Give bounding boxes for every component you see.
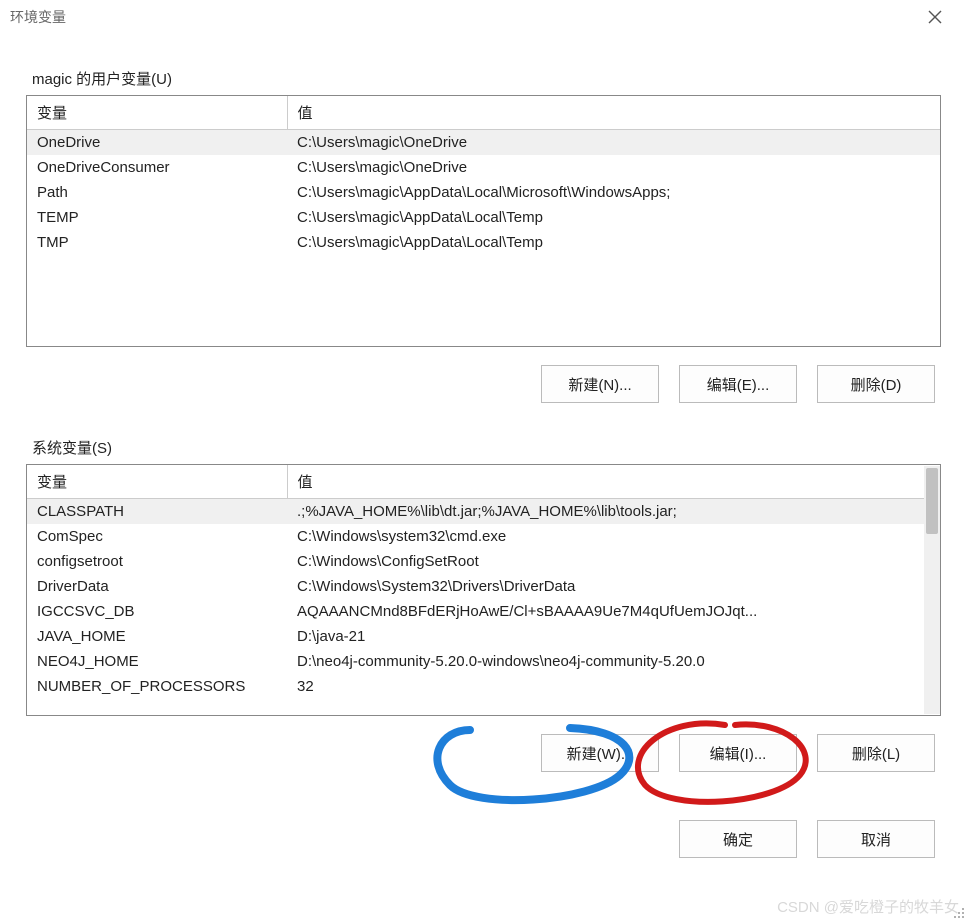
user-header-var[interactable]: 变量 [27,96,287,130]
dialog-buttons: 确定 取消 [26,820,935,858]
system-cell-var: configsetroot [27,549,287,574]
user-cell-val: C:\Users\magic\OneDrive [287,155,940,180]
system-cell-var: NEO4J_HOME [27,649,287,674]
user-cell-var: TMP [27,230,287,255]
user-row[interactable]: PathC:\Users\magic\AppData\Local\Microso… [27,180,940,205]
resize-grip-icon[interactable] [951,905,965,919]
user-cell-val: C:\Users\magic\AppData\Local\Temp [287,230,940,255]
system-row[interactable]: configsetrootC:\Windows\ConfigSetRoot [27,549,924,574]
system-cell-val: 32 [287,674,924,699]
system-row[interactable]: IGCCSVC_DBAQAAANCMnd8BFdERjHoAwE/Cl+sBAA… [27,599,924,624]
system-row[interactable]: CLASSPATH.;%JAVA_HOME%\lib\dt.jar;%JAVA_… [27,499,924,525]
system-edit-button[interactable]: 编辑(I)... [679,734,797,772]
system-cell-var: IGCCSVC_DB [27,599,287,624]
user-cell-val: C:\Users\magic\AppData\Local\Microsoft\W… [287,180,940,205]
system-cell-val: .;%JAVA_HOME%\lib\dt.jar;%JAVA_HOME%\lib… [287,499,924,525]
user-row[interactable]: OneDriveConsumerC:\Users\magic\OneDrive [27,155,940,180]
ok-button[interactable]: 确定 [679,820,797,858]
titlebar: 环境变量 [0,0,967,34]
user-cell-val: C:\Users\magic\AppData\Local\Temp [287,205,940,230]
user-cell-var: OneDrive [27,130,287,156]
system-row[interactable]: DriverDataC:\Windows\System32\Drivers\Dr… [27,574,924,599]
user-header-val[interactable]: 值 [287,96,940,130]
cancel-button[interactable]: 取消 [817,820,935,858]
system-header-val[interactable]: 值 [287,465,924,499]
system-vars-label: 系统变量(S) [32,437,935,458]
system-header-var[interactable]: 变量 [27,465,287,499]
user-row[interactable]: TEMPC:\Users\magic\AppData\Local\Temp [27,205,940,230]
system-row[interactable]: ComSpecC:\Windows\system32\cmd.exe [27,524,924,549]
user-cell-val: C:\Users\magic\OneDrive [287,130,940,156]
user-vars-label: magic 的用户变量(U) [32,68,935,89]
user-new-button[interactable]: 新建(N)... [541,365,659,403]
close-button[interactable] [913,2,957,32]
user-vars-listbox[interactable]: 变量 值 OneDriveC:\Users\magic\OneDriveOneD… [26,95,941,347]
system-row[interactable]: NUMBER_OF_PROCESSORS32 [27,674,924,699]
system-cell-var: NUMBER_OF_PROCESSORS [27,674,287,699]
system-scrollbar[interactable] [924,466,940,714]
user-delete-button[interactable]: 删除(D) [817,365,935,403]
system-cell-val: C:\Windows\System32\Drivers\DriverData [287,574,924,599]
system-cell-val: D:\neo4j-community-5.20.0-windows\neo4j-… [287,649,924,674]
user-cell-var: Path [27,180,287,205]
system-cell-var: CLASSPATH [27,499,287,525]
user-row[interactable]: OneDriveC:\Users\magic\OneDrive [27,130,940,156]
system-cell-val: C:\Windows\system32\cmd.exe [287,524,924,549]
system-cell-var: ComSpec [27,524,287,549]
user-row[interactable]: TMPC:\Users\magic\AppData\Local\Temp [27,230,940,255]
user-edit-button[interactable]: 编辑(E)... [679,365,797,403]
user-cell-var: OneDriveConsumer [27,155,287,180]
watermark: CSDN @爱吃橙子的牧羊女 [777,896,959,917]
system-cell-val: C:\Windows\ConfigSetRoot [287,549,924,574]
system-delete-button[interactable]: 删除(L) [817,734,935,772]
system-cell-var: DriverData [27,574,287,599]
user-cell-var: TEMP [27,205,287,230]
system-row[interactable]: JAVA_HOMED:\java-21 [27,624,924,649]
scrollbar-thumb[interactable] [926,468,938,534]
system-row[interactable]: NEO4J_HOMED:\neo4j-community-5.20.0-wind… [27,649,924,674]
system-vars-buttons: 新建(W)... 编辑(I)... 删除(L) [26,734,935,772]
system-new-button[interactable]: 新建(W)... [541,734,659,772]
system-cell-val: AQAAANCMnd8BFdERjHoAwE/Cl+sBAAAA9Ue7M4qU… [287,599,924,624]
close-icon [928,10,942,24]
user-vars-buttons: 新建(N)... 编辑(E)... 删除(D) [26,365,935,403]
system-vars-listbox[interactable]: 变量 值 CLASSPATH.;%JAVA_HOME%\lib\dt.jar;%… [26,464,941,716]
system-cell-val: D:\java-21 [287,624,924,649]
window-title: 环境变量 [10,7,913,27]
system-cell-var: JAVA_HOME [27,624,287,649]
